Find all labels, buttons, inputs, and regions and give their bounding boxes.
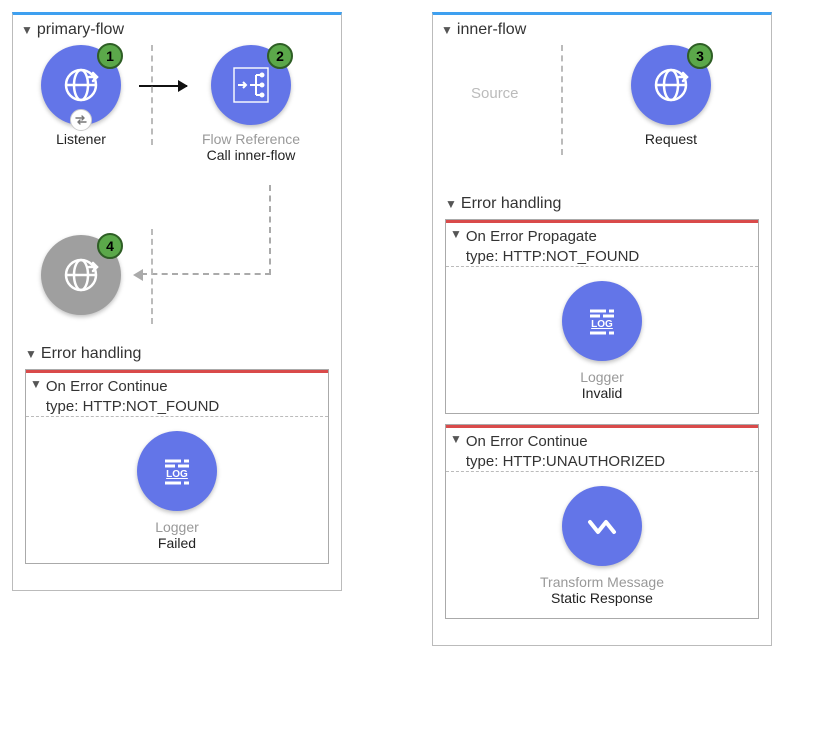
- flow-reference-icon: 2: [211, 45, 291, 125]
- grey-globe-node[interactable]: 4: [21, 235, 141, 315]
- panel-header[interactable]: ▼ inner-flow: [441, 21, 763, 39]
- component-type: Logger: [26, 519, 328, 535]
- node-type-label: Flow Reference: [191, 131, 311, 147]
- caret-down-icon: ▼: [445, 197, 457, 211]
- error-scope-body: LOG Logger Invalid: [446, 267, 758, 413]
- globe-request-icon: 3: [631, 45, 711, 125]
- flow-title: primary-flow: [37, 21, 124, 39]
- step-badge-1: 1: [97, 43, 123, 69]
- error-section-header[interactable]: ▼ Error handling: [445, 195, 763, 213]
- source-placeholder: Source: [471, 85, 519, 102]
- component-type: Transform Message: [446, 574, 758, 590]
- caret-down-icon: ▼: [30, 377, 42, 391]
- error-scope-title: On Error Propagate: [466, 227, 639, 247]
- dashed-connector: [141, 185, 271, 275]
- dashed-separator: [151, 45, 153, 145]
- exchange-icon: [70, 109, 92, 131]
- step-badge-4: 4: [97, 233, 123, 259]
- error-scope-box[interactable]: ▼ On Error Continue type: HTTP:UNAUTHORI…: [445, 424, 759, 619]
- error-section-header[interactable]: ▼ Error handling: [25, 345, 333, 363]
- caret-down-icon: ▼: [450, 432, 462, 446]
- error-scope-box[interactable]: ▼ On Error Continue type: HTTP:NOT_FOUND…: [25, 369, 329, 564]
- caret-down-icon: ▼: [441, 23, 453, 37]
- error-scope-header[interactable]: ▼ On Error Propagate type: HTTP:NOT_FOUN…: [446, 223, 758, 267]
- error-scope-title: On Error Continue: [466, 432, 665, 452]
- error-scope-header[interactable]: ▼ On Error Continue type: HTTP:NOT_FOUND: [26, 373, 328, 417]
- listener-node[interactable]: 1 Listener: [21, 45, 141, 147]
- request-node[interactable]: 3 Request: [611, 45, 731, 147]
- error-scope-type: type: HTTP:NOT_FOUND: [466, 247, 639, 267]
- transform-icon: [562, 486, 642, 566]
- svg-text:LOG: LOG: [591, 319, 613, 330]
- step-badge-3: 3: [687, 43, 713, 69]
- log-icon: LOG: [137, 431, 217, 511]
- flow-panel-primary: ▼ primary-flow 1 Listene: [12, 12, 342, 591]
- error-section-title: Error handling: [461, 195, 562, 213]
- error-scope-header[interactable]: ▼ On Error Continue type: HTTP:UNAUTHORI…: [446, 428, 758, 472]
- node-label: Call inner-flow: [191, 147, 311, 163]
- error-section-title: Error handling: [41, 345, 142, 363]
- flow-title: inner-flow: [457, 21, 526, 39]
- arrow-icon: [139, 85, 187, 87]
- error-scope-box[interactable]: ▼ On Error Propagate type: HTTP:NOT_FOUN…: [445, 219, 759, 414]
- flow-panel-inner: ▼ inner-flow Source 3 Request: [432, 12, 772, 646]
- caret-down-icon: ▼: [450, 227, 462, 241]
- node-label: Listener: [21, 131, 141, 147]
- globe-request-icon: 4: [41, 235, 121, 315]
- step-badge-2: 2: [267, 43, 293, 69]
- error-scope-title: On Error Continue: [46, 377, 219, 397]
- error-scope-type: type: HTTP:NOT_FOUND: [46, 397, 219, 417]
- component-row: Source 3 Request: [441, 45, 763, 185]
- node-label: Request: [611, 131, 731, 147]
- panel-header[interactable]: ▼ primary-flow: [21, 21, 333, 39]
- error-scope-type: type: HTTP:UNAUTHORIZED: [466, 452, 665, 472]
- log-icon: LOG: [562, 281, 642, 361]
- caret-down-icon: ▼: [25, 347, 37, 361]
- error-scope-body: LOG Logger Failed: [26, 417, 328, 563]
- component-type: Logger: [446, 369, 758, 385]
- flow-reference-node[interactable]: 2 Flow Reference Call inner-flow: [191, 45, 311, 163]
- error-scope-body: Transform Message Static Response: [446, 472, 758, 618]
- globe-request-icon: 1: [41, 45, 121, 125]
- component-label: Invalid: [446, 385, 758, 401]
- svg-text:LOG: LOG: [166, 469, 188, 480]
- component-label: Static Response: [446, 590, 758, 606]
- dashed-separator: [151, 229, 153, 324]
- caret-down-icon: ▼: [21, 23, 33, 37]
- dashed-separator: [561, 45, 563, 155]
- secondary-row: 4: [21, 235, 333, 335]
- component-label: Failed: [26, 535, 328, 551]
